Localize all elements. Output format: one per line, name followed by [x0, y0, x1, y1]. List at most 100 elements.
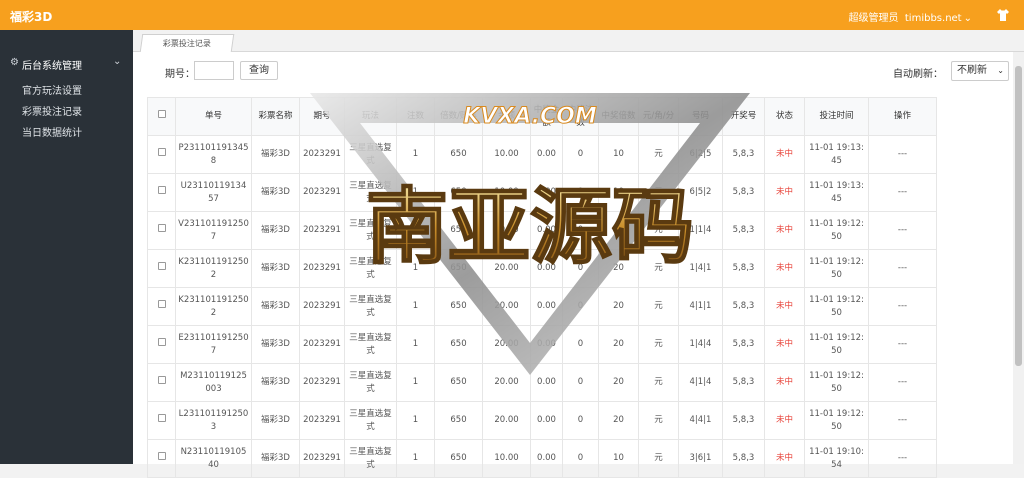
user-menu[interactable]: 超级管理员 timibbs.net ⌄ — [849, 9, 972, 24]
auto-refresh-label: 自动刷新： — [893, 69, 943, 80]
table-cell: 20.00 — [482, 325, 531, 364]
table-cell: 1|1|4 — [678, 211, 723, 250]
sidebar: ⚙ 后台系统管理 ⌄ 官方玩法设置 彩票投注记录 当日数据统计 — [0, 30, 133, 464]
table-cell: 11-01 19:12:50 — [804, 363, 869, 402]
row-checkbox[interactable] — [157, 224, 166, 232]
table-cell: 福彩3D — [251, 439, 300, 478]
table-cell: L2311011912503 — [175, 401, 252, 440]
table-row[interactable]: P2311011913458 福彩3D 2023291 三星直选复式 1 650 10.00… — [147, 135, 937, 174]
table-cell: 元 — [638, 287, 679, 326]
table-cell: 11-01 19:12:50 — [804, 211, 869, 250]
issue-label: 期号： — [165, 69, 195, 80]
table-cell: --- — [868, 363, 937, 402]
table-cell: 5,8,3 — [722, 325, 765, 364]
row-checkbox-cell[interactable] — [147, 439, 176, 478]
auto-refresh-select[interactable]: 不刷新 ⌄ — [951, 61, 1009, 81]
table-cell: 11-01 19:13:45 — [804, 135, 869, 174]
table-cell: 1 — [396, 287, 435, 326]
table-row[interactable]: V2311011912507 福彩3D 2023291 三星直选复式 1 650 20.00… — [147, 211, 937, 250]
table-cell: 20 — [598, 211, 639, 250]
table-cell: 6|5|2 — [678, 173, 723, 212]
table-cell: 1|4|1 — [678, 249, 723, 288]
table-cell: 0.00 — [530, 439, 563, 478]
row-checkbox[interactable] — [157, 262, 166, 270]
table-cell: 650 — [434, 325, 483, 364]
gear-icon: ⚙ — [10, 57, 19, 68]
table-cell: 11-01 19:12:50 — [804, 249, 869, 288]
status-badge: 未中 — [764, 173, 805, 212]
table-row[interactable]: K2311011912502 福彩3D 2023291 三星直选复式 1 650 20.00… — [147, 287, 937, 326]
row-checkbox[interactable] — [157, 300, 166, 308]
table-cell: M23110119125003 — [175, 363, 252, 402]
sidebar-group-admin[interactable]: ⚙ 后台系统管理 ⌄ — [0, 55, 133, 73]
table-cell: 650 — [434, 439, 483, 478]
table-cell: K2311011912502 — [175, 287, 252, 326]
table-cell: 2023291 — [299, 211, 345, 250]
table-cell: 1 — [396, 363, 435, 402]
row-checkbox-cell[interactable] — [147, 287, 176, 326]
scrollbar[interactable] — [1013, 52, 1024, 464]
issue-input[interactable] — [194, 61, 234, 80]
table-cell: 0.00 — [530, 249, 563, 288]
table-cell: 三星直选复式 — [344, 173, 397, 212]
table-cell: --- — [868, 287, 937, 326]
sidebar-item-official-play[interactable]: 官方玩法设置 — [22, 82, 82, 97]
table-row[interactable]: K2311011912502 福彩3D 2023291 三星直选复式 1 650 20.00… — [147, 249, 937, 288]
tab-label: 彩票投注记录 — [162, 39, 211, 48]
sidebar-item-bet-records[interactable]: 彩票投注记录 — [22, 103, 82, 118]
query-button[interactable]: 查询 — [240, 61, 278, 80]
table-row[interactable]: L2311011912503 福彩3D 2023291 三星直选复式 1 650 20.00… — [147, 401, 937, 440]
scrollbar-thumb[interactable] — [1015, 66, 1022, 366]
row-checkbox-cell[interactable] — [147, 363, 176, 402]
table-cell: 10 — [598, 439, 639, 478]
shirt-icon[interactable] — [996, 8, 1010, 22]
sidebar-group-label: 后台系统管理 — [22, 61, 82, 72]
table-cell: 1 — [396, 401, 435, 440]
table-row[interactable]: N2311011910540 福彩3D 2023291 三星直选复式 1 650 10.00… — [147, 439, 937, 478]
chevron-down-icon: ⌄ — [997, 66, 1004, 75]
tab-bet-records[interactable]: 彩票投注记录 — [139, 34, 235, 52]
table-cell: 福彩3D — [251, 363, 300, 402]
table-cell: 福彩3D — [251, 249, 300, 288]
status-badge: 未中 — [764, 401, 805, 440]
table-cell: 三星直选复式 — [344, 211, 397, 250]
column-header: 中奖金额 — [530, 97, 563, 136]
row-checkbox-cell[interactable] — [147, 135, 176, 174]
table-cell: 5,8,3 — [722, 287, 765, 326]
table-row[interactable]: E2311011912507 福彩3D 2023291 三星直选复式 1 650 20.00… — [147, 325, 937, 364]
table-cell: 5,8,3 — [722, 363, 765, 402]
select-all-checkbox[interactable] — [157, 110, 166, 118]
table-cell: V2311011912507 — [175, 211, 252, 250]
table-cell: 5,8,3 — [722, 439, 765, 478]
user-role: 超级管理员 — [848, 13, 899, 24]
row-checkbox-cell[interactable] — [147, 173, 176, 212]
row-checkbox-cell[interactable] — [147, 211, 176, 250]
table-cell: 4|4|1 — [678, 401, 723, 440]
row-checkbox[interactable] — [157, 376, 166, 384]
table-row[interactable]: U2311011913457 福彩3D 2023291 三星直选复式 1 650 10.00… — [147, 173, 937, 212]
row-checkbox[interactable] — [157, 414, 166, 422]
table-cell: 0.00 — [530, 401, 563, 440]
sidebar-item-daily-stats[interactable]: 当日数据统计 — [22, 124, 82, 139]
row-checkbox-cell[interactable] — [147, 325, 176, 364]
table-cell: 0 — [562, 249, 599, 288]
row-checkbox-cell[interactable] — [147, 249, 176, 288]
table-cell: 元 — [638, 439, 679, 478]
row-checkbox[interactable] — [157, 452, 166, 460]
column-header: 单号 — [175, 97, 252, 136]
user-site: timibbs.net — [904, 13, 962, 24]
row-checkbox[interactable] — [157, 338, 166, 346]
auto-refresh-value: 不刷新 — [957, 65, 987, 76]
column-header: 投注时间 — [804, 97, 869, 136]
app-brand[interactable]: 福彩3D — [10, 8, 52, 25]
column-header: 中奖注数 — [562, 97, 599, 136]
table-cell: 三星直选复式 — [344, 135, 397, 174]
row-checkbox-cell[interactable] — [147, 401, 176, 440]
column-header: 倍数/赔率 — [434, 97, 483, 136]
status-badge: 未中 — [764, 325, 805, 364]
row-checkbox[interactable] — [157, 186, 166, 194]
table-cell: 2023291 — [299, 287, 345, 326]
table-row[interactable]: M23110119125003 福彩3D 2023291 三星直选复式 1 650 20.0… — [147, 363, 937, 402]
row-checkbox[interactable] — [157, 148, 166, 156]
select-all-checkbox-cell[interactable] — [147, 97, 176, 136]
